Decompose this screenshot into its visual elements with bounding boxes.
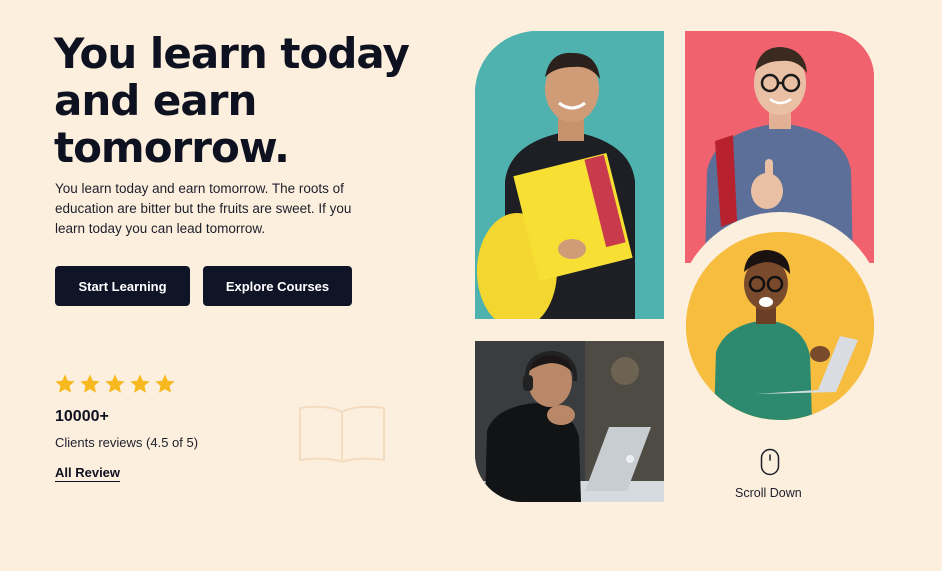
reviews-count: 10000+ xyxy=(55,408,109,425)
rating-stars xyxy=(54,373,176,395)
star-icon xyxy=(80,374,100,393)
scroll-down-label[interactable]: Scroll Down xyxy=(735,486,802,500)
star-icon xyxy=(155,374,175,393)
all-review-link[interactable]: All Review xyxy=(55,465,121,482)
start-learning-button[interactable]: Start Learning xyxy=(55,266,190,306)
open-book-icon xyxy=(299,405,385,464)
star-icon xyxy=(130,374,150,393)
mouse-icon[interactable] xyxy=(760,448,780,476)
star-icon xyxy=(55,374,75,393)
explore-courses-button[interactable]: Explore Courses xyxy=(203,266,352,306)
hero-title: You learn today and earn tomorrow. xyxy=(54,29,410,172)
hero-description: You learn today and earn tomorrow. The r… xyxy=(55,181,352,236)
reviews-summary: Clients reviews (4.5 of 5) xyxy=(55,435,199,450)
student-with-folder-photo xyxy=(475,31,664,319)
student-laptop-headphones-photo xyxy=(475,341,664,502)
excited-student-laptop-photo xyxy=(686,232,874,420)
star-icon xyxy=(105,374,125,393)
